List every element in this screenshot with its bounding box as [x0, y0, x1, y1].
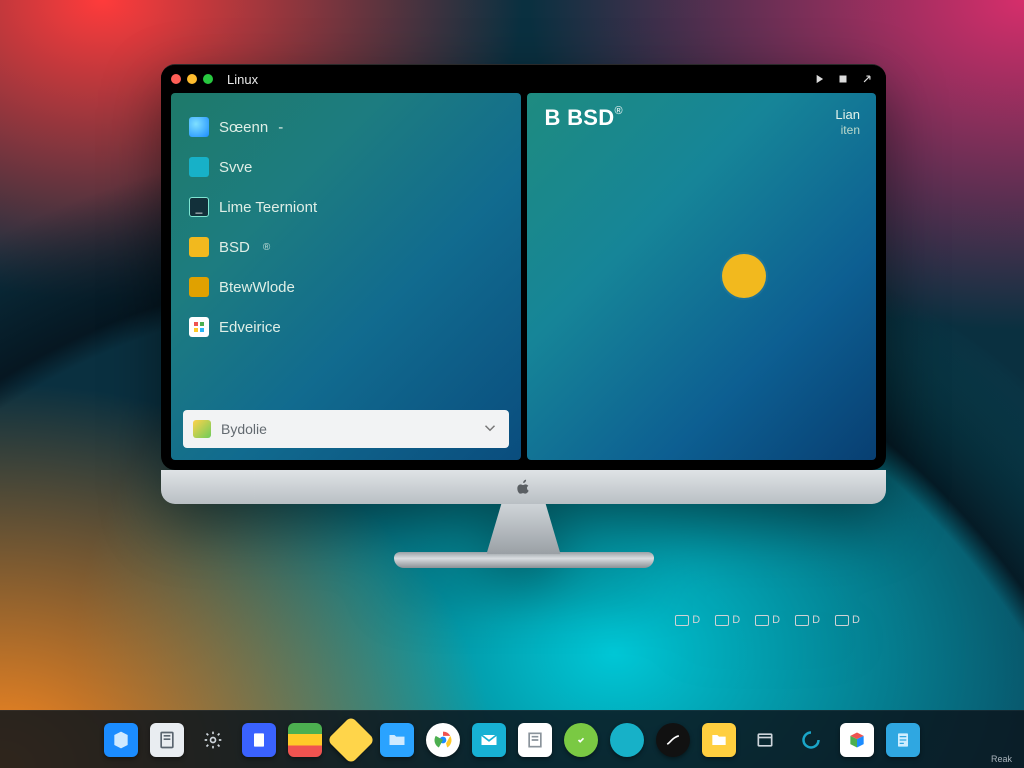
square-icon — [189, 157, 209, 177]
gear-app[interactable] — [196, 723, 230, 757]
bezel-tag-row: D D D D D — [675, 614, 860, 626]
note2-app[interactable] — [518, 723, 552, 757]
search-label: Bydolie — [221, 421, 481, 437]
cube-app[interactable] — [104, 723, 138, 757]
expand-icon[interactable] — [858, 70, 876, 88]
panel-headline: B BSD® — [545, 105, 623, 131]
right-panel: B BSD® Lian iten — [527, 93, 877, 460]
headline-text: B BSD — [545, 105, 615, 130]
menu-label: Sœenn — [219, 119, 268, 136]
menu-label: Edveirice — [219, 319, 281, 336]
menu-suffix: - — [278, 119, 283, 136]
search-row[interactable]: Bydolie — [183, 410, 509, 448]
traffic-lights[interactable] — [171, 74, 213, 84]
menu-item-svve[interactable]: Svve — [183, 147, 509, 187]
menu-suffix: ® — [263, 242, 270, 253]
corner-primary: Lian — [835, 107, 860, 123]
swirl-app[interactable] — [794, 723, 828, 757]
imac-monitor: Linux Sœenn - — [161, 64, 886, 602]
dock: Reak — [0, 710, 1024, 768]
left-panel: Sœenn - Svve _ Lime Teerniont BSD ® — [171, 93, 521, 460]
close-icon[interactable] — [171, 74, 181, 84]
bezel-tag: D — [835, 614, 860, 626]
shield-app[interactable] — [564, 723, 598, 757]
menu-item-btew[interactable]: BtewWlode — [183, 267, 509, 307]
bezel-tag: D — [715, 614, 740, 626]
globe-icon — [189, 117, 209, 137]
menu-item-terminal[interactable]: _ Lime Teerniont — [183, 187, 509, 227]
diamond-app[interactable] — [327, 715, 375, 763]
folder-app[interactable] — [380, 723, 414, 757]
bezel-tag: D — [675, 614, 700, 626]
window-titlebar: Linux — [161, 65, 886, 93]
files2-app[interactable] — [702, 723, 736, 757]
menu-item-bsd[interactable]: BSD ® — [183, 227, 509, 267]
corner-labels: Lian iten — [835, 107, 860, 138]
bezel-tag: D — [795, 614, 820, 626]
grid-icon — [189, 317, 209, 337]
headline-mark: ® — [614, 105, 622, 117]
menu-label: BSD — [219, 239, 250, 256]
sun-dot — [722, 254, 766, 298]
obsidian-app[interactable] — [656, 723, 690, 757]
apple-logo-icon — [516, 478, 532, 496]
menu-item-sceenn[interactable]: Sœenn - — [183, 107, 509, 147]
sheets-app[interactable] — [288, 723, 322, 757]
imac-stand-foot — [394, 552, 654, 568]
doc2-app[interactable] — [886, 723, 920, 757]
docs-app[interactable] — [242, 723, 276, 757]
corner-secondary: iten — [835, 123, 860, 138]
imac-stand-neck — [487, 504, 561, 554]
bezel-tag: D — [755, 614, 780, 626]
play-icon[interactable] — [810, 70, 828, 88]
mail-app[interactable] — [472, 723, 506, 757]
badge-icon — [189, 277, 209, 297]
minimize-icon[interactable] — [187, 74, 197, 84]
stop-icon[interactable] — [834, 70, 852, 88]
chevron-down-icon — [481, 419, 499, 440]
dock-reak-label: Reak — [991, 754, 1012, 764]
search-app-icon — [193, 420, 211, 438]
menu-label: Lime Teerniont — [219, 199, 317, 216]
zoom-icon[interactable] — [203, 74, 213, 84]
menu-label: BtewWlode — [219, 279, 295, 296]
imac-chin — [161, 470, 886, 504]
box-app[interactable] — [840, 723, 874, 757]
window-title: Linux — [227, 72, 258, 87]
chrome-app[interactable] — [426, 723, 460, 757]
menu-item-edveirice[interactable]: Edveirice — [183, 307, 509, 347]
screen-bezel: Linux Sœenn - — [161, 64, 886, 470]
workspace-split: Sœenn - Svve _ Lime Teerniont BSD ® — [171, 93, 876, 460]
menu-label: Svve — [219, 159, 252, 176]
window-app[interactable] — [748, 723, 782, 757]
folder-icon — [189, 237, 209, 257]
app-menu: Sœenn - Svve _ Lime Teerniont BSD ® — [183, 107, 509, 347]
notes-app[interactable] — [150, 723, 184, 757]
terminal-icon: _ — [189, 197, 209, 217]
circle-app[interactable] — [610, 723, 644, 757]
